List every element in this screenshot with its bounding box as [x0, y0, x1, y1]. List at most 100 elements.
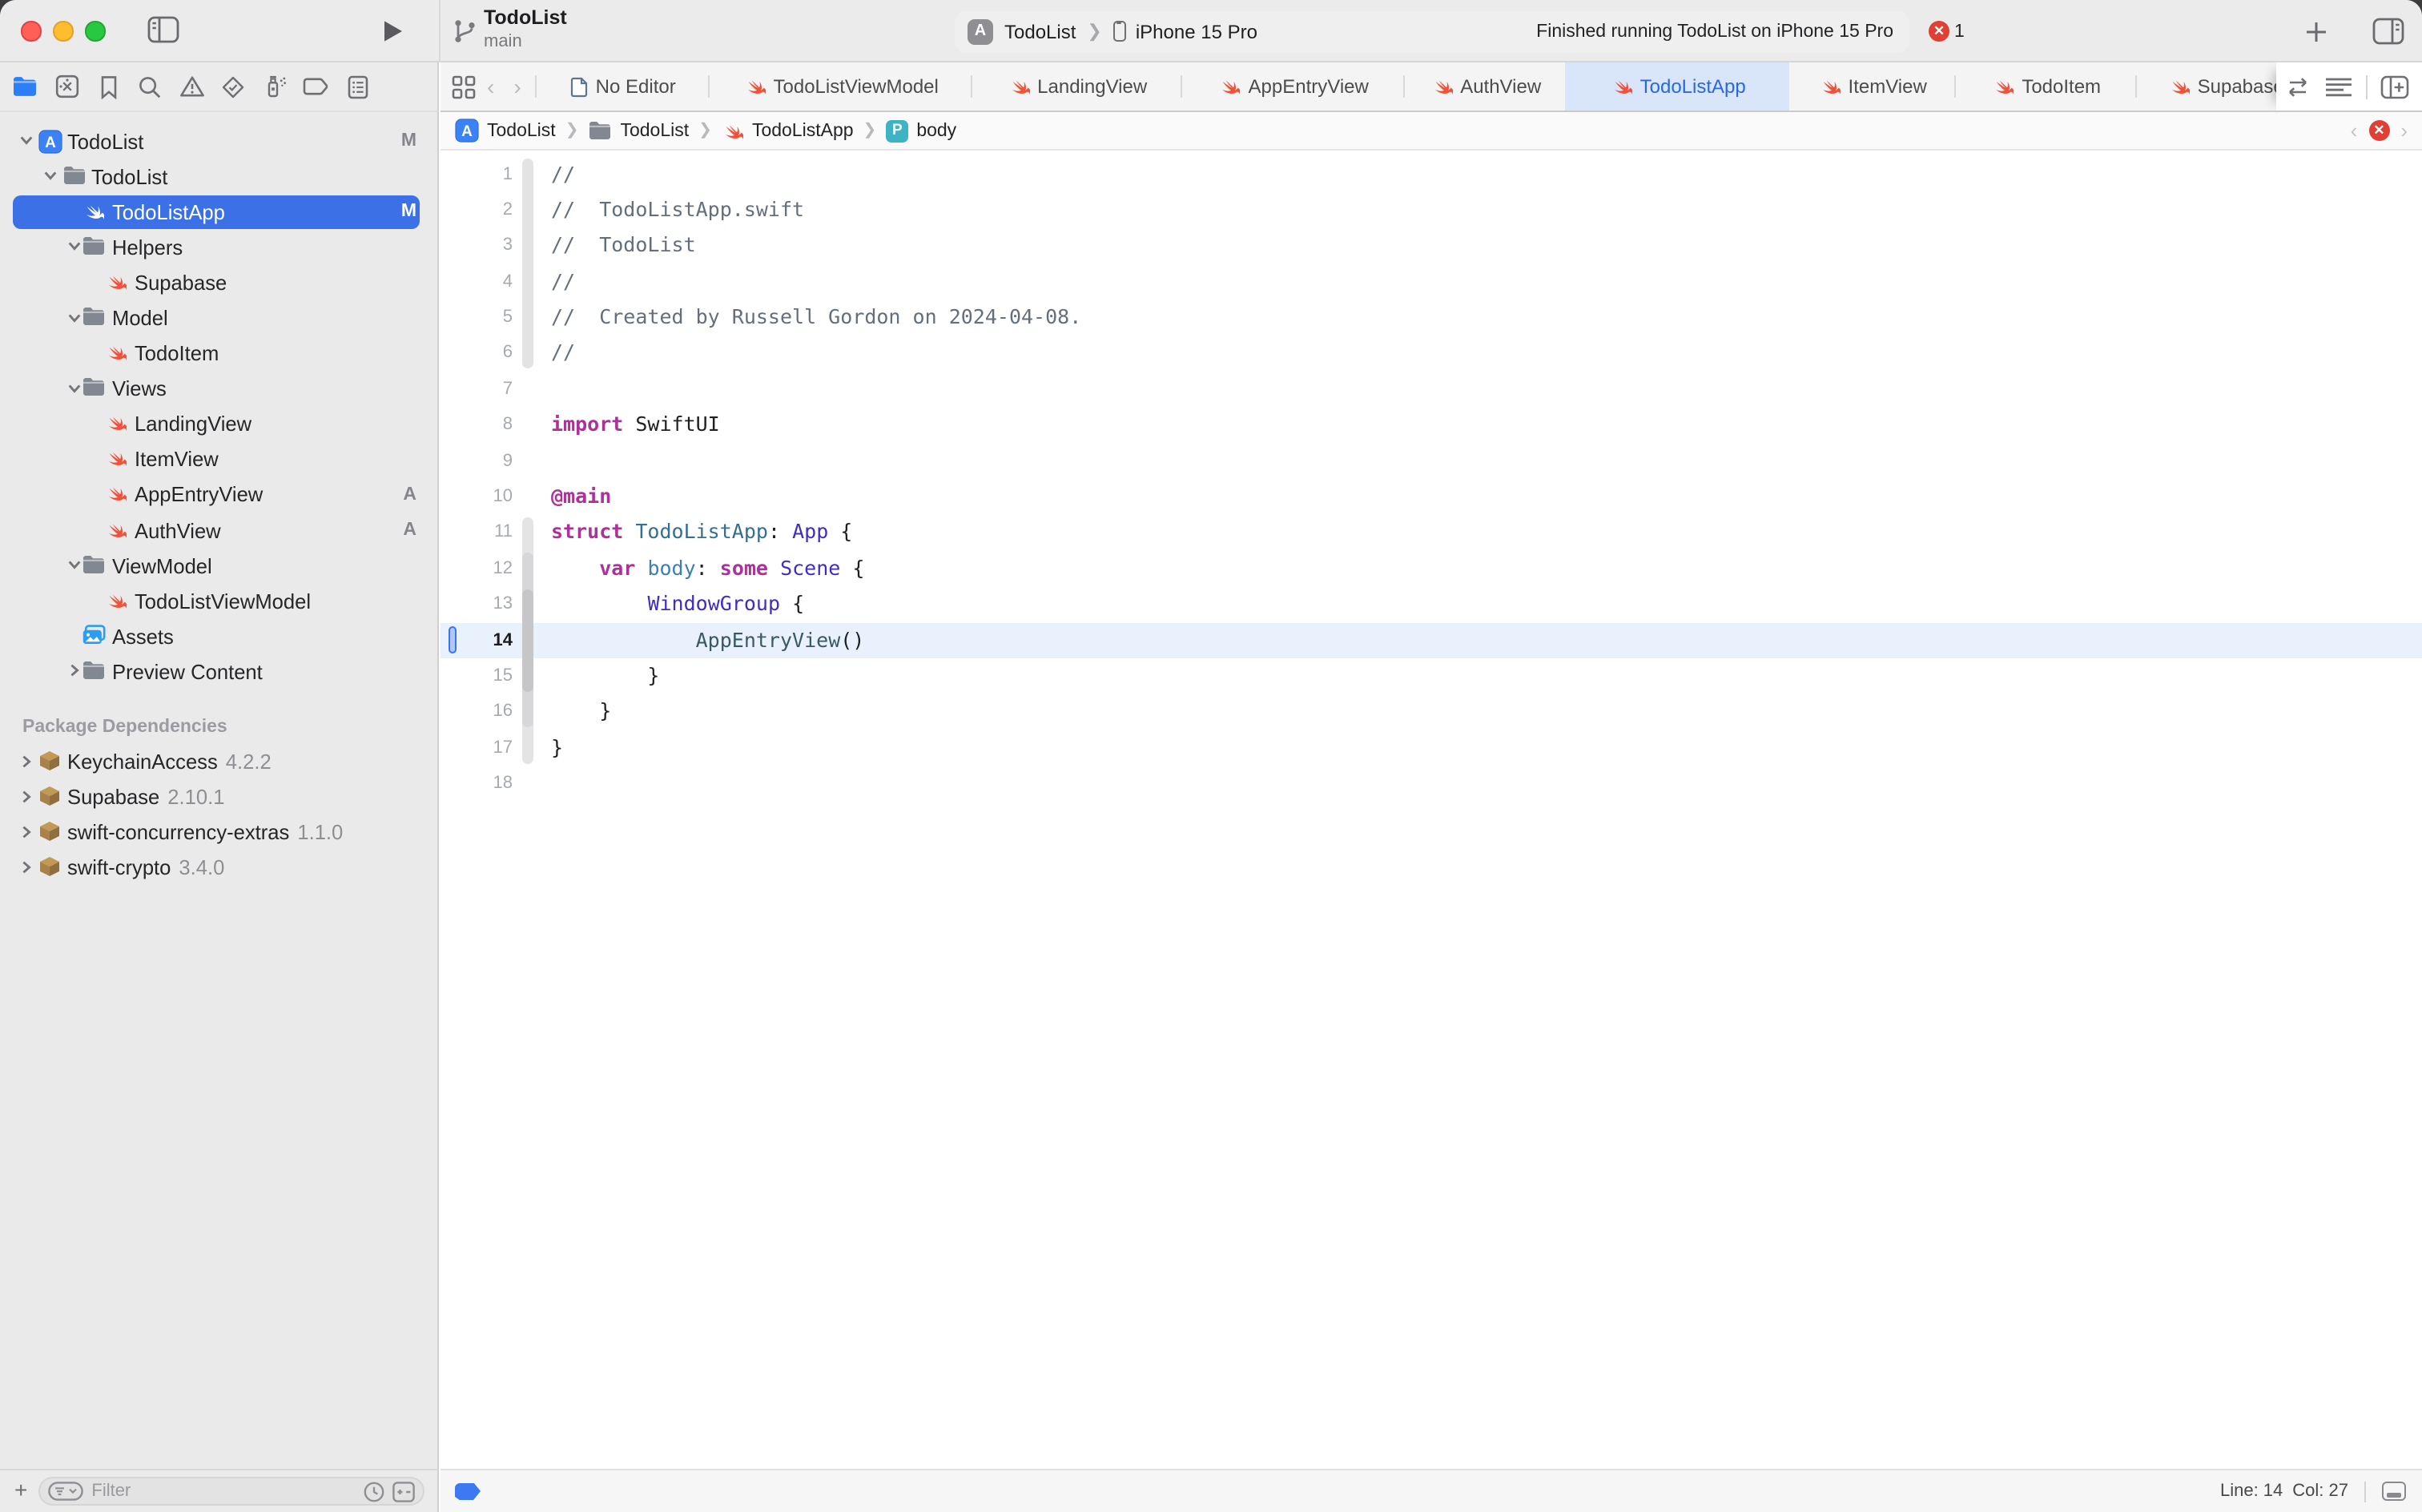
- breakpoints-icon[interactable]: [303, 73, 330, 100]
- code-line-12[interactable]: 12 var body: some Scene {: [441, 551, 2422, 587]
- column-indicator[interactable]: Col: 27: [2292, 1482, 2348, 1501]
- code-line-15[interactable]: 15 }: [441, 658, 2422, 694]
- breadcrumb-item-todolist[interactable]: TodoList: [588, 120, 689, 141]
- sidebar-item-todoitem[interactable]: TodoItem: [0, 336, 437, 371]
- chevron-down-icon[interactable]: [67, 557, 82, 572]
- next-issue-button[interactable]: ›: [2400, 120, 2408, 141]
- source-editor[interactable]: 1//2// TodoListApp.swift3// TodoList4//5…: [441, 151, 2422, 1469]
- toggle-right-sidebar-icon[interactable]: [2372, 18, 2404, 45]
- add-item-button[interactable]: +: [0, 1477, 38, 1506]
- activity-view[interactable]: A TodoList ❯ iPhone 15 Pro Finished runn…: [955, 10, 1909, 52]
- chevron-down-icon[interactable]: [67, 239, 82, 254]
- sidebar-item-todolistapp[interactable]: TodoListAppM: [0, 194, 437, 229]
- sidebar-item-itemview[interactable]: ItemView: [0, 442, 437, 477]
- sidebar-item-authview[interactable]: AuthViewA: [0, 513, 437, 548]
- sidebar-item-todolist[interactable]: TodoList: [0, 159, 437, 194]
- chevron-right-icon[interactable]: [19, 860, 34, 875]
- jump-bar-error-icon[interactable]: ✕: [2368, 120, 2389, 141]
- add-editor-icon[interactable]: [2380, 74, 2409, 99]
- breadcrumb-item-body[interactable]: Pbody: [886, 119, 956, 142]
- code-line-5[interactable]: 5// Created by Russell Gordon on 2024-04…: [441, 300, 2422, 336]
- sidebar-item-viewmodel[interactable]: ViewModel: [0, 548, 437, 583]
- swift-file-icon: [1991, 75, 2014, 98]
- code-line-10[interactable]: 10@main: [441, 479, 2422, 515]
- line-indicator[interactable]: Line: 14: [2220, 1482, 2283, 1501]
- breadcrumb-item-todolistapp[interactable]: TodoListApp: [722, 119, 854, 142]
- code-line-14[interactable]: 14 AppEntryView(): [441, 622, 2422, 658]
- minimize-window-button[interactable]: [53, 21, 73, 41]
- breadcrumb-item-todolist[interactable]: ATodoList: [455, 119, 556, 143]
- code-line-6[interactable]: 6//: [441, 336, 2422, 372]
- sidebar-item-assets[interactable]: Assets: [0, 619, 437, 654]
- go-back-button[interactable]: ‹: [479, 75, 502, 98]
- code-line-17[interactable]: 17}: [441, 730, 2422, 766]
- editor-tab-itemview[interactable]: ItemView: [1790, 62, 1955, 111]
- recent-files-clock-icon[interactable]: [364, 1481, 384, 1502]
- reports-icon[interactable]: [344, 73, 372, 100]
- package-item-swift-concurrency-extras[interactable]: swift-concurrency-extras1.1.0: [0, 814, 437, 850]
- filter-scm-status-icon[interactable]: [392, 1481, 415, 1502]
- code-line-11[interactable]: 11struct TodoListApp: App {: [441, 515, 2422, 551]
- chevron-right-icon[interactable]: [19, 789, 34, 803]
- project-navigator-icon[interactable]: [11, 73, 38, 100]
- code-line-4[interactable]: 4//: [441, 263, 2422, 300]
- chevron-right-icon[interactable]: [67, 664, 82, 678]
- adjust-editor-options-icon[interactable]: [2324, 76, 2353, 97]
- sidebar-item-landingview[interactable]: LandingView: [0, 407, 437, 442]
- code-line-1[interactable]: 1//: [441, 156, 2422, 192]
- sidebar-item-preview-content[interactable]: Preview Content: [0, 654, 437, 690]
- bookmarks-icon[interactable]: [95, 73, 122, 100]
- chevron-down-icon[interactable]: [43, 168, 58, 183]
- code-line-18[interactable]: 18: [441, 766, 2422, 802]
- run-destination[interactable]: iPhone 15 Pro: [1136, 20, 1257, 42]
- sidebar-item-model[interactable]: Model: [0, 300, 437, 336]
- sidebar-item-todolistviewmodel[interactable]: TodoListViewModel: [0, 583, 437, 618]
- editor-tab-appentryview[interactable]: AppEntryView: [1183, 62, 1404, 111]
- toggle-left-sidebar-icon[interactable]: [147, 16, 179, 43]
- filter-field[interactable]: Filter: [38, 1477, 424, 1506]
- editor-tab-todoitem[interactable]: TodoItem: [1957, 62, 2136, 111]
- code-line-3[interactable]: 3// TodoList: [441, 228, 2422, 264]
- code-review-icon[interactable]: [2284, 76, 2311, 97]
- chevron-right-icon[interactable]: [19, 754, 34, 768]
- zoom-window-button[interactable]: [85, 21, 105, 41]
- chevron-right-icon[interactable]: [19, 824, 34, 838]
- sidebar-item-todolist[interactable]: ATodoListM: [0, 123, 437, 159]
- package-item-keychainaccess[interactable]: KeychainAccess4.2.2: [0, 744, 437, 779]
- chevron-down-icon[interactable]: [67, 380, 82, 395]
- sidebar-item-helpers[interactable]: Helpers: [0, 230, 437, 265]
- previous-issue-button[interactable]: ‹: [2351, 120, 2358, 141]
- chevron-down-icon[interactable]: [67, 310, 82, 324]
- editor-tab-landingview[interactable]: LandingView: [973, 62, 1181, 111]
- package-item-swift-crypto[interactable]: swift-crypto3.4.0: [0, 850, 437, 886]
- editor-tab-no-editor[interactable]: No Editor: [537, 62, 709, 111]
- issues-icon[interactable]: [178, 73, 205, 100]
- scope-tag-icon[interactable]: [455, 1482, 481, 1500]
- editor-tab-todolistapp[interactable]: TodoListApp: [1566, 62, 1790, 111]
- new-tab-button[interactable]: [2305, 20, 2327, 42]
- code-line-7[interactable]: 7: [441, 372, 2422, 408]
- scheme-name[interactable]: TodoList: [1004, 20, 1076, 42]
- code-line-16[interactable]: 16 }: [441, 694, 2422, 730]
- code-line-2[interactable]: 2// TodoListApp.swift: [441, 192, 2422, 228]
- debug-icon[interactable]: [261, 73, 288, 100]
- run-button[interactable]: [383, 19, 404, 43]
- find-icon[interactable]: [136, 73, 163, 100]
- editor-tab-authview[interactable]: AuthView: [1406, 62, 1566, 111]
- source-control-changes-icon[interactable]: [53, 73, 80, 100]
- go-forward-button[interactable]: ›: [505, 75, 529, 98]
- chevron-down-icon[interactable]: [19, 133, 34, 147]
- sidebar-item-supabase[interactable]: Supabase: [0, 265, 437, 300]
- close-window-button[interactable]: [21, 21, 41, 41]
- related-items-icon[interactable]: [452, 74, 476, 99]
- tests-icon[interactable]: [219, 73, 247, 100]
- code-line-8[interactable]: 8import SwiftUI: [441, 407, 2422, 443]
- sidebar-item-appentryview[interactable]: AppEntryViewA: [0, 477, 437, 513]
- issue-count[interactable]: ✕ 1: [1929, 21, 1965, 42]
- code-line-9[interactable]: 9: [441, 443, 2422, 479]
- editor-tab-todolistviewmodel[interactable]: TodoListViewModel: [710, 62, 972, 111]
- hide-bottom-bar-icon[interactable]: [2382, 1482, 2406, 1501]
- package-item-supabase[interactable]: Supabase2.10.1: [0, 779, 437, 814]
- sidebar-item-views[interactable]: Views: [0, 371, 437, 406]
- code-line-13[interactable]: 13 WindowGroup {: [441, 586, 2422, 622]
